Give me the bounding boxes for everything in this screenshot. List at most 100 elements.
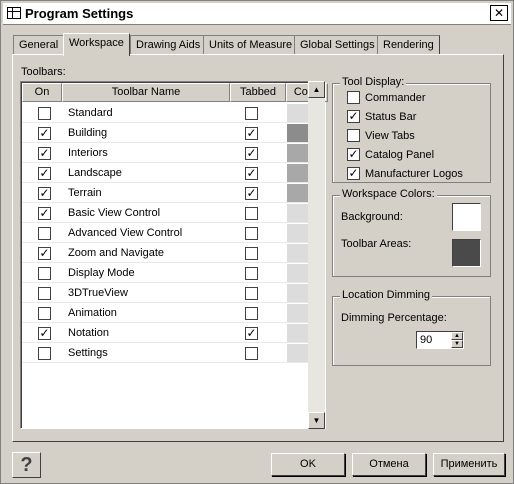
workspace-colors-title: Workspace Colors:: [340, 188, 437, 200]
tab-global-settings[interactable]: Global Settings: [294, 35, 381, 55]
on-checkbox[interactable]: [38, 307, 51, 320]
tabbed-cell: [230, 243, 286, 263]
table-row[interactable]: Animation: [22, 303, 325, 323]
table-row[interactable]: ✓ Terrain ✓: [22, 183, 325, 203]
tool-display-option[interactable]: View Tabs: [347, 129, 415, 143]
column-header-toolbar-name[interactable]: Toolbar Name: [62, 83, 230, 102]
tool-display-option[interactable]: ✓ Catalog Panel: [347, 148, 434, 162]
on-checkbox[interactable]: ✓: [38, 327, 51, 340]
on-cell: ✓: [22, 183, 62, 203]
tabbed-checkbox[interactable]: ✓: [245, 187, 258, 200]
tabbed-cell: ✓: [230, 143, 286, 163]
tabbed-cell: [230, 303, 286, 323]
tabbed-checkbox[interactable]: [245, 307, 258, 320]
tabbed-checkbox[interactable]: [245, 107, 258, 120]
toolbar-name: Advanced View Control: [68, 227, 183, 239]
table-row[interactable]: Display Mode: [22, 263, 325, 283]
table-row[interactable]: ✓ Interiors ✓: [22, 143, 325, 163]
spin-down-arrow-icon[interactable]: ▼: [451, 340, 463, 348]
toolbar-name: Building: [68, 127, 108, 139]
on-cell: ✓: [22, 243, 62, 263]
option-checkbox[interactable]: ✓: [347, 148, 360, 161]
toolbar-name: Basic View Control: [68, 207, 161, 219]
on-checkbox[interactable]: [38, 287, 51, 300]
dimming-percentage-value[interactable]: 90: [420, 334, 432, 346]
on-cell: [22, 283, 62, 303]
toolbar-name: Terrain: [68, 187, 102, 199]
option-label: Commander: [365, 91, 426, 104]
tab-drawing-aids[interactable]: Drawing Aids: [130, 35, 207, 55]
tabbed-checkbox[interactable]: [245, 287, 258, 300]
tabbed-checkbox[interactable]: ✓: [245, 327, 258, 340]
on-checkbox[interactable]: ✓: [38, 147, 51, 160]
cancel-button[interactable]: Отмена: [352, 453, 426, 476]
option-checkbox[interactable]: [347, 129, 360, 142]
table-row[interactable]: Settings: [22, 343, 325, 363]
toolbars-scrollbar[interactable]: ▲ ▼: [308, 81, 325, 429]
ok-button[interactable]: OK: [271, 453, 345, 476]
on-checkbox[interactable]: ✓: [38, 167, 51, 180]
background-label: Background:: [341, 211, 403, 223]
table-row[interactable]: ✓ Building ✓: [22, 123, 325, 143]
table-row[interactable]: ✓ Basic View Control: [22, 203, 325, 223]
toolbar-name: Settings: [68, 347, 108, 359]
tabbed-cell: ✓: [230, 323, 286, 343]
on-checkbox[interactable]: ✓: [38, 247, 51, 260]
toolbar-name: Landscape: [68, 167, 122, 179]
on-cell: ✓: [22, 203, 62, 223]
tab-units-of-measure[interactable]: Units of Measure: [203, 35, 299, 55]
option-checkbox[interactable]: ✓: [347, 110, 360, 123]
on-checkbox[interactable]: ✓: [38, 207, 51, 220]
table-row[interactable]: ✓ Landscape ✓: [22, 163, 325, 183]
column-header-on[interactable]: On: [22, 83, 62, 102]
toolbar-areas-color-swatch[interactable]: [452, 239, 481, 267]
on-checkbox[interactable]: ✓: [38, 127, 51, 140]
tabbed-cell: [230, 203, 286, 223]
on-checkbox[interactable]: [38, 107, 51, 120]
on-checkbox[interactable]: ✓: [38, 187, 51, 200]
table-row[interactable]: 3DTrueView: [22, 283, 325, 303]
apply-button[interactable]: Применить: [433, 453, 505, 476]
on-cell: [22, 263, 62, 283]
tabbed-checkbox[interactable]: ✓: [245, 127, 258, 140]
dimming-percentage-stepper[interactable]: 90 ▲ ▼: [416, 331, 464, 349]
tabbed-checkbox[interactable]: [245, 227, 258, 240]
tabbed-checkbox[interactable]: [245, 247, 258, 260]
on-checkbox[interactable]: [38, 227, 51, 240]
table-row[interactable]: ✓ Notation ✓: [22, 323, 325, 343]
tabbed-checkbox[interactable]: [245, 207, 258, 220]
option-checkbox[interactable]: ✓: [347, 167, 360, 180]
tabbed-checkbox[interactable]: ✓: [245, 167, 258, 180]
tab-rendering[interactable]: Rendering: [377, 35, 440, 55]
tabbed-checkbox[interactable]: [245, 347, 258, 360]
table-row[interactable]: Advanced View Control: [22, 223, 325, 243]
on-cell: ✓: [22, 143, 62, 163]
scroll-up-arrow-icon[interactable]: ▲: [308, 81, 325, 98]
background-color-swatch[interactable]: [452, 203, 481, 231]
tabbed-cell: ✓: [230, 163, 286, 183]
option-label: View Tabs: [365, 129, 415, 142]
tab-general[interactable]: General: [13, 35, 65, 55]
scroll-down-arrow-icon[interactable]: ▼: [308, 412, 325, 429]
tabbed-checkbox[interactable]: [245, 267, 258, 280]
on-checkbox[interactable]: [38, 267, 51, 280]
tab-workspace[interactable]: Workspace: [63, 33, 130, 56]
spin-up-arrow-icon[interactable]: ▲: [451, 332, 463, 340]
tool-display-option[interactable]: Commander: [347, 91, 426, 105]
location-dimming-title: Location Dimming: [340, 289, 433, 301]
on-checkbox[interactable]: [38, 347, 51, 360]
help-button[interactable]: ?: [12, 452, 41, 478]
table-row[interactable]: Standard: [22, 103, 325, 123]
table-row[interactable]: ✓ Zoom and Navigate: [22, 243, 325, 263]
tool-display-option[interactable]: ✓ Manufacturer Logos: [347, 167, 463, 181]
tabbed-checkbox[interactable]: ✓: [245, 147, 258, 160]
tabbed-cell: [230, 103, 286, 123]
toolbar-name: Zoom and Navigate: [68, 247, 164, 259]
on-cell: ✓: [22, 323, 62, 343]
column-header-tabbed[interactable]: Tabbed: [230, 83, 286, 102]
close-button[interactable]: ✕: [490, 5, 508, 21]
tool-display-option[interactable]: ✓ Status Bar: [347, 110, 416, 124]
option-checkbox[interactable]: [347, 91, 360, 104]
option-label: Manufacturer Logos: [365, 167, 463, 180]
toolbars-grid[interactable]: On Toolbar Name Tabbed Color Standard ✓ Bu…: [20, 81, 328, 429]
